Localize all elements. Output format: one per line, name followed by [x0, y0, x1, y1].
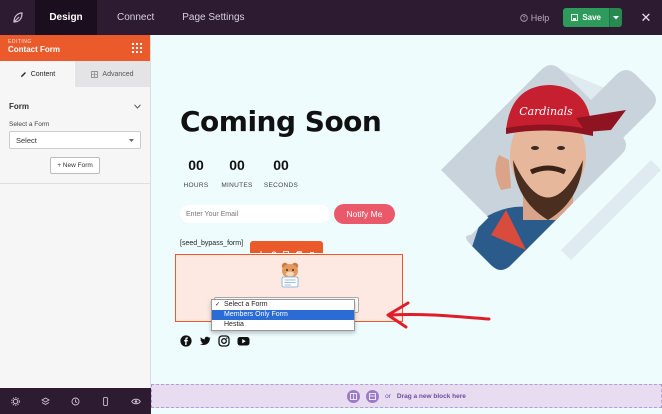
drag-new-block-area[interactable]: or Drag a new block here: [151, 384, 662, 408]
seconds-label: SECONDS: [263, 182, 299, 189]
save-block-icon[interactable]: [283, 244, 290, 257]
hours-label: HOURS: [183, 182, 209, 189]
block-toolbar: [250, 241, 323, 257]
shortcode-text: [seed_bypass_form]: [180, 240, 244, 247]
top-toolbar: Design Connect Page Settings ? Help Save…: [0, 0, 662, 35]
sidebar-tabs: Content Advanced: [0, 61, 150, 87]
minutes-value: 00: [229, 157, 245, 173]
countdown-hours: 00 HOURS: [174, 157, 218, 189]
layers-icon[interactable]: [40, 396, 50, 406]
help-link[interactable]: ? Help: [520, 12, 550, 23]
form-section: Form Select a Form Select + New Form: [0, 87, 150, 184]
countdown-minutes: 00 MINUTES: [215, 157, 259, 189]
eye-icon[interactable]: [131, 396, 141, 406]
editing-header: EDITING Contact Form: [0, 35, 150, 61]
tab-content-label: Content: [30, 70, 56, 78]
editing-block-name: Contact Form: [8, 45, 60, 54]
select-form-label: Select a Form: [9, 121, 50, 128]
save-label: Save: [582, 13, 601, 22]
wpforms-mascot-icon: [281, 262, 299, 288]
help-icon: ?: [520, 13, 528, 21]
grid-menu-icon[interactable]: [132, 43, 142, 53]
select-form-dropdown[interactable]: Select: [9, 131, 141, 149]
chevron-down-icon: [134, 104, 141, 109]
youtube-icon[interactable]: [237, 334, 250, 346]
social-icons: [180, 334, 250, 347]
chevron-down-icon: [613, 15, 619, 19]
countdown-seconds: 00 SECONDS: [259, 157, 303, 189]
form-section-header[interactable]: Form: [0, 87, 150, 119]
sidebar: EDITING Contact Form Content Advanced Fo…: [0, 35, 151, 388]
form-option-select[interactable]: Select a Form: [212, 300, 354, 310]
tab-connect[interactable]: Connect: [103, 0, 168, 35]
hours-value: 00: [188, 157, 204, 173]
svg-text:?: ?: [522, 15, 525, 21]
section-icon[interactable]: [347, 389, 361, 403]
sidebar-bottom-toolbar: [0, 388, 151, 414]
tab-advanced[interactable]: Advanced: [75, 61, 150, 87]
tab-page-settings[interactable]: Page Settings: [168, 0, 258, 35]
mobile-icon[interactable]: [101, 396, 111, 406]
tab-content[interactable]: Content: [0, 61, 75, 87]
editing-caption: EDITING: [8, 39, 32, 45]
caret-down-icon: [129, 138, 134, 142]
form-option-members-only[interactable]: Members Only Form: [212, 310, 354, 320]
instagram-icon[interactable]: [218, 334, 230, 347]
page-title[interactable]: Coming Soon: [180, 105, 382, 138]
form-section-title: Form: [9, 102, 29, 111]
annotation-arrow-icon: [386, 301, 491, 329]
tab-advanced-label: Advanced: [102, 70, 134, 78]
seedprod-logo-icon[interactable]: [0, 0, 35, 35]
gear-icon[interactable]: [10, 396, 20, 406]
save-button[interactable]: Save: [563, 8, 609, 27]
email-input[interactable]: Enter Your Email: [180, 205, 330, 223]
drag-or-label: or: [385, 392, 391, 400]
save-options-dropdown[interactable]: [609, 8, 622, 27]
svg-text:Cardinals: Cardinals: [519, 105, 573, 118]
select-form-value: Select: [16, 135, 37, 145]
help-label: Help: [530, 12, 550, 23]
minutes-label: MINUTES: [221, 182, 253, 189]
seconds-value: 00: [273, 157, 289, 173]
trash-icon[interactable]: [309, 244, 315, 257]
new-form-button[interactable]: + New Form: [50, 157, 100, 174]
template-icon[interactable]: [366, 389, 380, 403]
facebook-icon[interactable]: [180, 334, 192, 347]
close-icon[interactable]: ✕: [636, 10, 656, 26]
save-icon: [571, 14, 579, 21]
tab-design[interactable]: Design: [35, 0, 97, 35]
history-icon[interactable]: [70, 396, 80, 406]
form-option-hestia[interactable]: Hestia: [212, 320, 354, 330]
portrait-image[interactable]: Cardinals: [411, 60, 661, 280]
twitter-icon[interactable]: [199, 334, 211, 346]
save-button-group: Save: [563, 8, 622, 27]
drag-cta-label: Drag a new block here: [396, 392, 466, 400]
duplicate-icon[interactable]: [296, 244, 302, 257]
page-canvas: Cardinals Coming Soon 00 HOURS 00 MINUTE…: [151, 35, 662, 384]
pencil-icon: [20, 71, 26, 77]
gear-icon[interactable]: [271, 244, 277, 257]
move-icon[interactable]: [258, 244, 265, 257]
notify-me-button[interactable]: Notify Me: [334, 204, 395, 224]
form-select-menu: Select a Form Members Only Form Hestia: [211, 299, 355, 331]
grid-icon: [91, 70, 99, 78]
